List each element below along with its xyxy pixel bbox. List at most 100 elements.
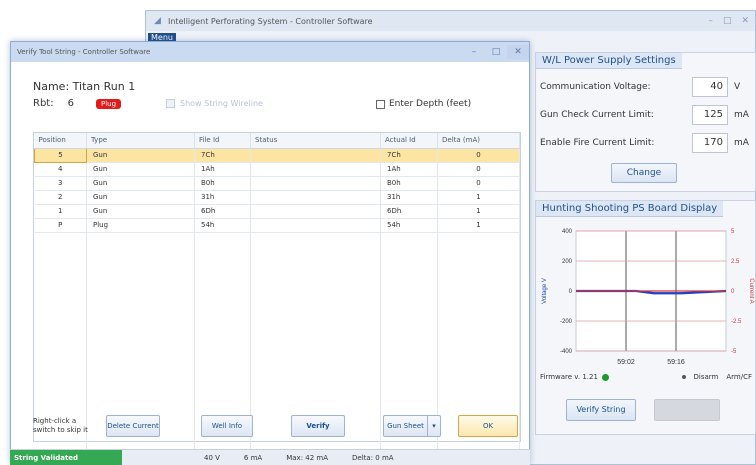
table-header-row: Position Type File Id Status Actual Id D… xyxy=(34,133,520,149)
cell-type: Gun xyxy=(86,162,195,177)
y-left-tick-label: 400 xyxy=(562,229,573,235)
gun-sheet-split-button[interactable]: Gun Sheet ▾ xyxy=(383,415,441,437)
cell-actual-id: 31h xyxy=(380,190,438,205)
x-tick-label: 59:16 xyxy=(667,359,685,366)
empty-row xyxy=(34,288,520,302)
unit-label: mA xyxy=(734,138,749,148)
verify-button[interactable]: Verify xyxy=(291,415,345,437)
setting-label: Communication Voltage: xyxy=(540,82,651,92)
table-row[interactable]: 4 Gun 1Ah 1Ah 0 xyxy=(34,162,520,177)
empty-row xyxy=(34,302,520,316)
empty-row xyxy=(34,246,520,260)
y-left-tick-label: -400 xyxy=(560,349,573,355)
ps-board-chart: 59:02 59:16 400 5 200 2.5 0 0 -200 -2.5 -400 -5 Volt… xyxy=(542,229,754,366)
name-value: Titan Run 1 xyxy=(72,80,136,93)
disabled-button xyxy=(654,399,720,421)
show-string-label: Show String Wireline xyxy=(180,99,263,108)
cell-actual-id: 6Dh xyxy=(380,204,438,219)
enter-depth-checkbox[interactable]: Enter Depth (feet) xyxy=(376,99,471,109)
column-header[interactable]: Actual Id xyxy=(380,133,438,149)
close-icon[interactable]: ✕ xyxy=(507,45,529,59)
column-header[interactable]: File Id xyxy=(194,133,251,149)
cell-delta: 1 xyxy=(437,218,520,233)
minimize-icon[interactable]: – xyxy=(708,16,713,26)
main-menu: Menu xyxy=(146,31,755,45)
empty-row xyxy=(34,232,520,246)
ok-button[interactable]: OK xyxy=(458,415,518,437)
cell-actual-id: B0h xyxy=(380,176,438,191)
delete-current-button[interactable]: Delete Current xyxy=(106,415,160,437)
empty-row xyxy=(34,400,520,414)
setting-label: Enable Fire Current Limit: xyxy=(540,138,655,148)
minimize-icon[interactable]: – xyxy=(463,45,485,59)
well-info-button[interactable]: Well Info xyxy=(201,415,253,437)
dot-icon xyxy=(681,375,686,379)
empty-row xyxy=(34,260,520,274)
cell-delta: 0 xyxy=(437,162,520,177)
unit-label: V xyxy=(734,82,741,92)
plug-badge: Plug xyxy=(95,98,122,109)
y-right-axis-label: Current A xyxy=(748,278,754,303)
cell-type: Gun xyxy=(86,148,195,163)
cell-delta: 0 xyxy=(437,148,520,163)
checkbox-icon[interactable] xyxy=(376,99,385,109)
table-row[interactable]: 1 Gun 6Dh 6Dh 1 xyxy=(34,204,520,219)
y-right-tick-label: -5 xyxy=(731,349,737,355)
status-max: Max: 42 mA xyxy=(286,453,329,462)
cell-file-id: 6Dh xyxy=(194,204,251,219)
column-header[interactable]: Delta (mA) xyxy=(437,133,520,149)
empty-row xyxy=(34,372,520,386)
column-header[interactable]: Position xyxy=(34,133,87,149)
gun-sheet-button[interactable]: Gun Sheet xyxy=(384,416,428,436)
status-led-icon xyxy=(601,373,609,381)
status-delta: Delta: 0 mA xyxy=(352,453,394,462)
cell-position: 3 xyxy=(34,176,87,191)
dialog-titlebar: Verify Tool String - Controller Software… xyxy=(11,42,529,62)
verify-tool-string-dialog: Verify Tool String - Controller Software… xyxy=(10,41,530,465)
disarm-label: Disarm xyxy=(693,373,719,381)
cell-type: Plug xyxy=(86,218,195,233)
empty-row xyxy=(34,274,520,288)
dialog-title: Verify Tool String - Controller Software xyxy=(17,48,151,56)
show-string-checkbox: Show String Wireline xyxy=(166,99,263,108)
hunting-ps-board-panel: Hunting Shooting PS Board Display 59:02 5… xyxy=(535,200,756,435)
rbt-value: 6 xyxy=(67,98,74,109)
column-header[interactable]: Type xyxy=(86,133,195,149)
table-row[interactable]: 3 Gun B0h B0h 0 xyxy=(34,176,520,191)
change-button[interactable]: Change xyxy=(611,163,677,183)
cell-position: 4 xyxy=(34,162,87,177)
firmware-status: Firmware v. 1.21 Disarm Arm/CF xyxy=(540,373,752,381)
chevron-down-icon[interactable]: ▾ xyxy=(428,416,440,436)
maximize-icon[interactable]: □ xyxy=(485,45,507,59)
main-titlebar: ◢ Intelligent Perforating System - Contr… xyxy=(146,11,755,31)
ws-power-settings-panel: W/L Power Supply Settings Communication … xyxy=(535,52,756,192)
gun-check-limit-field[interactable]: 125 xyxy=(692,105,728,125)
unit-label: mA xyxy=(734,110,749,120)
enter-depth-label: Enter Depth (feet) xyxy=(389,99,472,109)
status-current: 6 mA xyxy=(243,453,263,462)
cell-position: 1 xyxy=(34,204,87,219)
cell-file-id: 31h xyxy=(194,190,251,205)
cell-actual-id: 1Ah xyxy=(380,162,438,177)
cell-file-id: 7Ch xyxy=(194,148,251,163)
cell-position: P xyxy=(34,218,87,233)
setting-label: Gun Check Current Limit: xyxy=(540,110,654,120)
maximize-icon[interactable]: □ xyxy=(723,16,732,26)
table-row[interactable]: P Plug 54h 54h 1 xyxy=(34,218,520,233)
table-row[interactable]: 2 Gun 31h 31h 1 xyxy=(34,190,520,205)
cell-status xyxy=(250,162,381,177)
y-right-tick-label: -2.5 xyxy=(731,319,742,325)
comm-voltage-field[interactable]: 40 xyxy=(692,77,728,97)
y-left-axis-label: Voltage V xyxy=(542,278,548,304)
enable-fire-limit-field[interactable]: 170 xyxy=(692,133,728,153)
column-header[interactable]: Status xyxy=(250,133,381,149)
cell-status xyxy=(250,204,381,219)
verify-string-button[interactable]: Verify String xyxy=(566,399,636,421)
close-icon[interactable]: ✕ xyxy=(741,16,749,26)
x-tick-label: 59:02 xyxy=(617,359,635,366)
table-row[interactable]: 5 Gun 7Ch 7Ch 0 xyxy=(34,147,520,163)
tool-string-table: Position Type File Id Status Actual Id D… xyxy=(33,132,521,465)
validation-status: String Validated xyxy=(10,449,122,465)
dialog-button-bar: Right-click a switch to skip it Delete C… xyxy=(33,413,521,439)
cell-type: Gun xyxy=(86,190,195,205)
